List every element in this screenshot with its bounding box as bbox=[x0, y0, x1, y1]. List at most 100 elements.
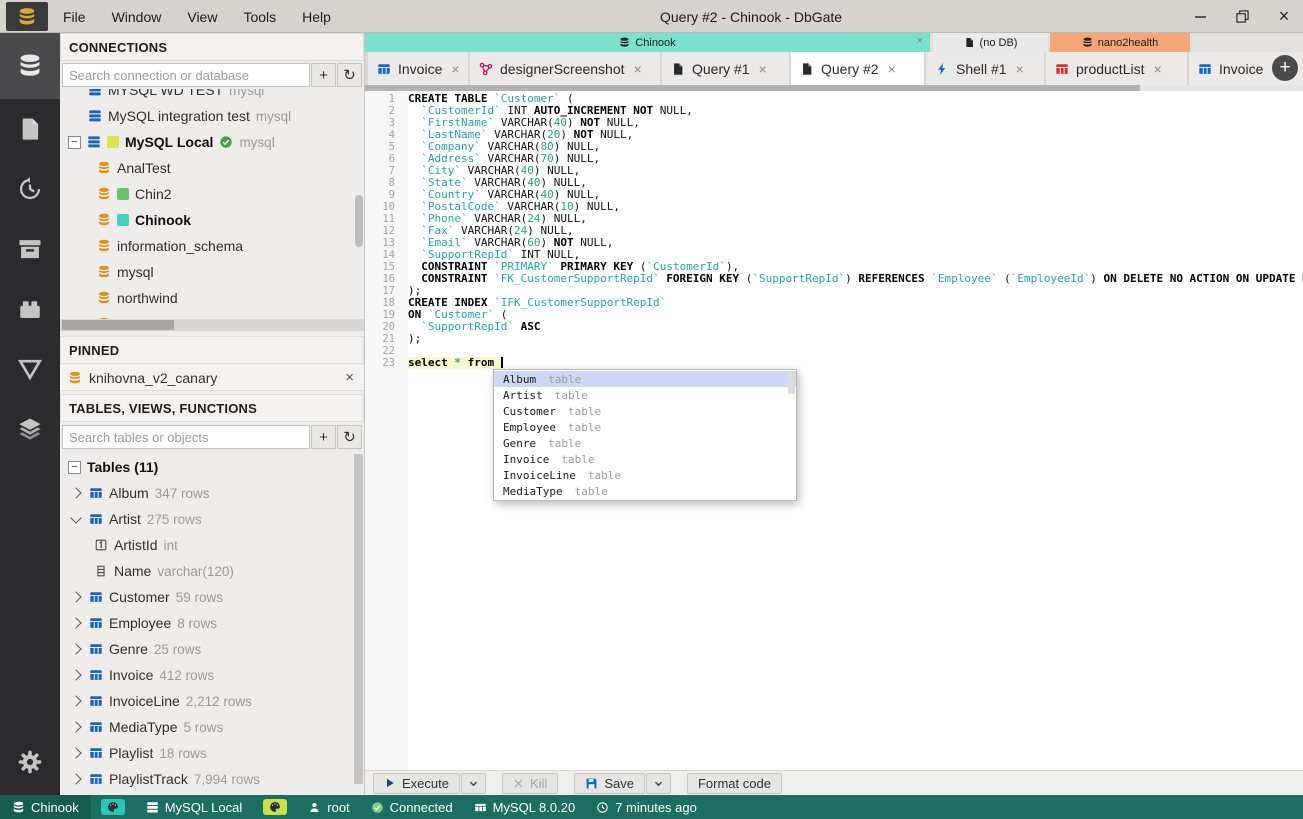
autocomplete-item-artist[interactable]: Artist table bbox=[494, 387, 796, 403]
collapse-toggle-icon[interactable]: − bbox=[68, 460, 81, 474]
chevron-right-icon[interactable] bbox=[70, 643, 82, 655]
tab-invoice[interactable]: Invoice × bbox=[368, 52, 468, 85]
statusbar-chinook[interactable]: Chinook bbox=[12, 800, 79, 815]
tab-close-icon[interactable]: × bbox=[634, 61, 642, 77]
chevron-right-icon[interactable] bbox=[70, 487, 82, 499]
connection-item-northwind[interactable]: northwind bbox=[60, 285, 364, 311]
tab-close-icon[interactable]: × bbox=[451, 61, 459, 77]
tab-query-1[interactable]: Query #1 × bbox=[662, 52, 789, 85]
column-label: Name bbox=[114, 563, 152, 579]
unpin-close-icon[interactable]: × bbox=[345, 369, 354, 386]
tables-vscrollbar-thumb[interactable] bbox=[354, 454, 363, 784]
connection-item-analtest[interactable]: AnalTest bbox=[60, 155, 364, 181]
tables-group-row[interactable]: − Tables (11) bbox=[60, 454, 364, 480]
table-row-invoice[interactable]: Invoice 412 rows bbox=[60, 662, 364, 688]
table-row-album[interactable]: Album 347 rows bbox=[60, 480, 364, 506]
hscrollbar-thumb[interactable] bbox=[62, 320, 174, 330]
execute-options-button[interactable] bbox=[460, 772, 486, 794]
statusbar-connected[interactable]: Connected bbox=[371, 800, 453, 815]
chevron-right-icon[interactable] bbox=[70, 721, 82, 733]
tab-close-icon[interactable]: × bbox=[759, 61, 767, 77]
connection-item-mysql-wd-test[interactable]: MYSQL WD TEST mysql bbox=[60, 89, 364, 103]
sql-editor[interactable]: 1 CREATE TABLE `Customer` (2 `CustomerId`… bbox=[365, 91, 1303, 770]
tab-group-close-icon[interactable]: × bbox=[917, 35, 923, 47]
add-connection-button[interactable]: + bbox=[311, 63, 336, 87]
autocomplete-item-customer[interactable]: Customer table bbox=[494, 403, 796, 419]
table-row-invoiceline[interactable]: InvoiceLine 2,212 rows bbox=[60, 688, 364, 714]
tab-designerscreenshot[interactable]: designerScreenshot × bbox=[470, 52, 660, 85]
autocomplete-item-invoiceline[interactable]: InvoiceLine table bbox=[494, 467, 796, 483]
row-count: 7,994 rows bbox=[193, 771, 260, 787]
kill-button[interactable]: Kill bbox=[501, 772, 559, 794]
activity-archive-button[interactable] bbox=[0, 219, 60, 279]
connection-item-mysql-local[interactable]: − MySQL Local mysql bbox=[60, 129, 364, 155]
chevron-right-icon[interactable] bbox=[70, 669, 82, 681]
activity-triangle-button[interactable] bbox=[0, 339, 60, 399]
menu-tools[interactable]: Tools bbox=[230, 0, 289, 33]
autocomplete-item-invoice[interactable]: Invoice table bbox=[494, 451, 796, 467]
tab-query-2[interactable]: Query #2 × bbox=[791, 52, 924, 85]
activity-gear-button[interactable] bbox=[0, 735, 60, 789]
tab-group-nano2health[interactable]: nano2health bbox=[1050, 33, 1190, 52]
column-row-artistid[interactable]: ArtistId int bbox=[60, 532, 364, 558]
table-row-playlist[interactable]: Playlist 18 rows bbox=[60, 740, 364, 766]
autocomplete-item-album[interactable]: Album table bbox=[494, 371, 796, 387]
tables-search-input[interactable] bbox=[62, 425, 310, 449]
activity-layers-button[interactable] bbox=[0, 399, 60, 459]
connection-item-mysql-integration-test[interactable]: MySQL integration test mysql bbox=[60, 103, 364, 129]
table-row-employee[interactable]: Employee 8 rows bbox=[60, 610, 364, 636]
menu-help[interactable]: Help bbox=[289, 0, 344, 33]
activity-history-button[interactable] bbox=[0, 159, 60, 219]
refresh-tables-button[interactable]: ↻ bbox=[337, 425, 362, 449]
menu-file[interactable]: File bbox=[50, 0, 99, 33]
refresh-connections-button[interactable]: ↻ bbox=[337, 63, 362, 87]
chevron-down-icon[interactable] bbox=[70, 511, 82, 524]
restore-button[interactable] bbox=[1233, 8, 1251, 26]
chevron-right-icon[interactable] bbox=[70, 747, 82, 759]
chevron-right-icon[interactable] bbox=[70, 591, 82, 603]
collapse-toggle-icon[interactable]: − bbox=[68, 135, 81, 149]
chevron-right-icon[interactable] bbox=[70, 617, 82, 629]
autocomplete-item-genre[interactable]: Genre table bbox=[494, 435, 796, 451]
table-row-customer[interactable]: Customer 59 rows bbox=[60, 584, 364, 610]
save-options-button[interactable] bbox=[645, 772, 671, 794]
connection-item-chinook[interactable]: Chinook bbox=[60, 207, 364, 233]
statusbar-mysql-local[interactable]: MySQL Local bbox=[146, 800, 242, 815]
autocomplete-scrollbar-thumb[interactable] bbox=[788, 372, 795, 394]
activity-plugin-brick-button[interactable] bbox=[0, 279, 60, 339]
connection-item-information-schema[interactable]: information_schema bbox=[60, 233, 364, 259]
menu-view[interactable]: View bbox=[174, 0, 230, 33]
chevron-right-icon[interactable] bbox=[70, 695, 82, 707]
tab-close-icon[interactable]: × bbox=[1153, 61, 1161, 77]
add-table-button[interactable]: + bbox=[311, 425, 336, 449]
connections-search-input[interactable] bbox=[62, 63, 310, 87]
activity-database-button[interactable] bbox=[0, 33, 60, 99]
connection-item-mysql[interactable]: mysql bbox=[60, 259, 364, 285]
tab-close-icon[interactable]: × bbox=[1016, 61, 1024, 77]
connection-item-chin2[interactable]: Chin2 bbox=[60, 181, 364, 207]
menu-window[interactable]: Window bbox=[99, 0, 175, 33]
table-row-artist[interactable]: Artist 275 rows bbox=[60, 506, 364, 532]
format-code-button[interactable]: Format code bbox=[686, 772, 782, 794]
table-row-playlisttrack[interactable]: PlaylistTrack 7,994 rows bbox=[60, 766, 364, 792]
statusbar-root[interactable]: root bbox=[308, 800, 350, 815]
autocomplete-item-mediatype[interactable]: MediaType table bbox=[494, 483, 796, 499]
tab-group-chinook[interactable]: Chinook × bbox=[365, 33, 930, 52]
table-row-genre[interactable]: Genre 25 rows bbox=[60, 636, 364, 662]
tab-close-icon[interactable]: × bbox=[888, 61, 896, 77]
activity-file-button[interactable] bbox=[0, 99, 60, 159]
close-button[interactable]: × bbox=[1275, 6, 1293, 26]
connections-vscrollbar-thumb[interactable] bbox=[355, 195, 363, 247]
autocomplete-item-employee[interactable]: Employee table bbox=[494, 419, 796, 435]
new-tab-button[interactable]: + bbox=[1272, 55, 1298, 81]
execute-button[interactable]: Execute bbox=[373, 772, 460, 794]
tab-group-no-db[interactable]: (no DB) bbox=[933, 33, 1048, 52]
save-button[interactable]: Save bbox=[574, 772, 645, 794]
minimize-button[interactable] bbox=[1191, 8, 1209, 26]
tab-shell-1[interactable]: Shell #1 × bbox=[926, 52, 1044, 85]
pinned-item[interactable]: knihovna_v2_canary × bbox=[60, 365, 364, 391]
table-row-mediatype[interactable]: MediaType 5 rows bbox=[60, 714, 364, 740]
tab-productlist[interactable]: productList × bbox=[1046, 52, 1187, 85]
chevron-right-icon[interactable] bbox=[70, 773, 82, 785]
column-row-name[interactable]: Name varchar(120) bbox=[60, 558, 364, 584]
